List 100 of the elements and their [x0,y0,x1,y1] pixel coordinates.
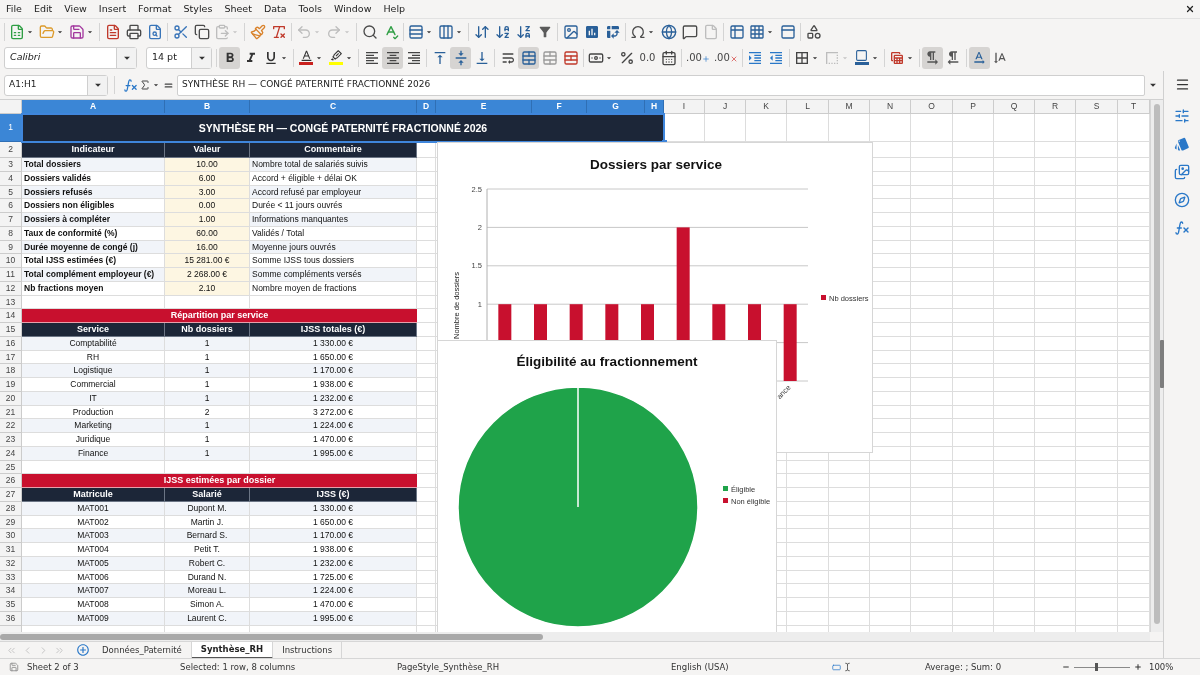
row-header[interactable]: 31 [0,543,22,557]
align-right-icon [405,49,422,66]
column-header[interactable]: Q [994,100,1035,114]
sheet-tab[interactable]: Synthèse_RH [191,641,274,659]
menu-item[interactable]: Help [377,4,412,14]
column-header[interactable]: T [1118,100,1150,114]
column-header[interactable]: B [165,100,250,114]
clipboard-icon [214,23,230,40]
empty-cell [1035,488,1076,502]
bold-button[interactable] [219,46,240,69]
row-header[interactable]: 35 [0,598,22,612]
column-header[interactable]: P [953,100,994,114]
name-box[interactable]: A1:H1 [4,74,108,96]
vertical-scrollbar[interactable] [1150,100,1163,632]
column-header[interactable]: S [1076,100,1118,114]
standard-format-button[interactable]: 0.0 [637,46,658,69]
function-icon [122,77,138,93]
row-header[interactable]: 3 [0,158,22,172]
table-cell: Dossiers à compléter [22,213,165,227]
empty-cell [1035,501,1076,516]
empty-cell [911,199,953,213]
menu-item[interactable]: File [0,4,28,14]
column-header[interactable]: R [1035,100,1076,114]
menu-item[interactable]: Styles [177,4,219,14]
sheet-tab[interactable]: Données_Paternité [93,641,192,659]
row-header[interactable]: 11 [0,268,22,282]
row-header[interactable]: 15 [0,323,22,337]
empty-cell [994,460,1035,475]
table-cell: Commercial [22,378,165,392]
row-header[interactable]: 1 [0,114,22,142]
menu-item[interactable]: Insert [92,4,133,14]
row-header[interactable]: 27 [0,488,22,502]
horizontal-scrollbar[interactable] [0,632,1150,641]
column-header[interactable]: G [587,100,645,114]
menu-item[interactable]: Tools [292,4,328,14]
column-header[interactable]: C [250,100,417,114]
font-name-field[interactable]: Calibri [4,46,137,69]
selection-status: Selected: 1 row, 8 columns [180,660,297,674]
zoom-slider[interactable] [1074,662,1130,672]
column-header[interactable]: H [645,100,664,114]
column-header[interactable]: F [532,100,587,114]
chart-title: Éligibilité au fractionnement [516,354,698,369]
formula-input[interactable]: SYNTHÈSE RH — CONGÉ PATERNITÉ FRACTIONNÉ 2026 [177,74,1145,96]
row-header[interactable]: 6 [0,199,22,213]
row-header[interactable]: 2 [0,142,22,158]
zoom-out-button[interactable] [1061,663,1071,671]
row-header[interactable]: 30 [0,529,22,543]
menu-item[interactable]: View [58,4,93,14]
align-center-button[interactable] [382,46,403,69]
font-size-field[interactable]: 14 pt [146,46,212,69]
zoom-slider-thumb[interactable] [1094,663,1098,671]
menu-item[interactable]: Sheet [218,4,258,14]
delete-decimal-button[interactable]: .00 [711,46,740,69]
column-header[interactable]: O [911,100,953,114]
table-header-cell: Matricule [22,488,165,502]
merge-center-button[interactable] [518,46,539,69]
menu-item[interactable]: Data [257,4,293,14]
empty-cell [870,474,911,488]
row-header[interactable]: 26 [0,474,22,488]
row-header[interactable]: 22 [0,419,22,433]
column-header[interactable]: K [746,100,787,114]
left-to-right-button[interactable] [921,46,943,69]
menu-item[interactable]: Window [327,4,378,14]
column-header[interactable]: D [417,100,436,114]
menu-item[interactable]: Edit [27,4,59,14]
pilcrow-right-icon [924,49,941,66]
zoom-in-button[interactable] [1133,663,1143,671]
empty-cell [787,474,829,488]
empty-cell [911,142,953,158]
row-header[interactable]: 23 [0,433,22,447]
add-sheet-button[interactable] [75,642,91,658]
empty-cell [1035,419,1076,433]
menu-item[interactable]: Format [132,4,178,14]
sidebar-grip[interactable] [1160,340,1164,388]
column-header[interactable]: J [705,100,746,114]
table-header-cell: IJSS (€) [250,488,417,502]
row-header[interactable]: 7 [0,213,22,227]
grid-icon [749,23,765,40]
empty-cell [994,158,1035,172]
row-header[interactable]: 34 [0,584,22,598]
sheet-tab[interactable]: Instructions [273,641,343,659]
column-header[interactable]: N [870,100,911,114]
text-orientation-button[interactable] [968,46,990,69]
sheet-title-cell: SYNTHÈSE RH — CONGÉ PATERNITÉ FRACTIONNÉ 2026 [22,114,664,142]
column-header[interactable]: E [436,100,532,114]
column-header[interactable]: L [787,100,829,114]
row-header[interactable]: 19 [0,378,22,392]
empty-cell [829,584,870,598]
row-header[interactable]: 10 [0,254,22,268]
table-cell: Total dossiers [22,158,165,172]
row-header[interactable]: 14 [0,309,22,323]
column-header[interactable]: M [829,100,870,114]
empty-cell [829,460,870,475]
column-header[interactable]: I [664,100,705,114]
empty-cell [1076,391,1118,406]
align-middle-button[interactable] [450,46,471,69]
add-decimal-button[interactable]: .00 [684,46,712,69]
column-header[interactable]: A [22,100,165,114]
empty-cell [994,281,1035,296]
row-header[interactable]: 18 [0,364,22,378]
